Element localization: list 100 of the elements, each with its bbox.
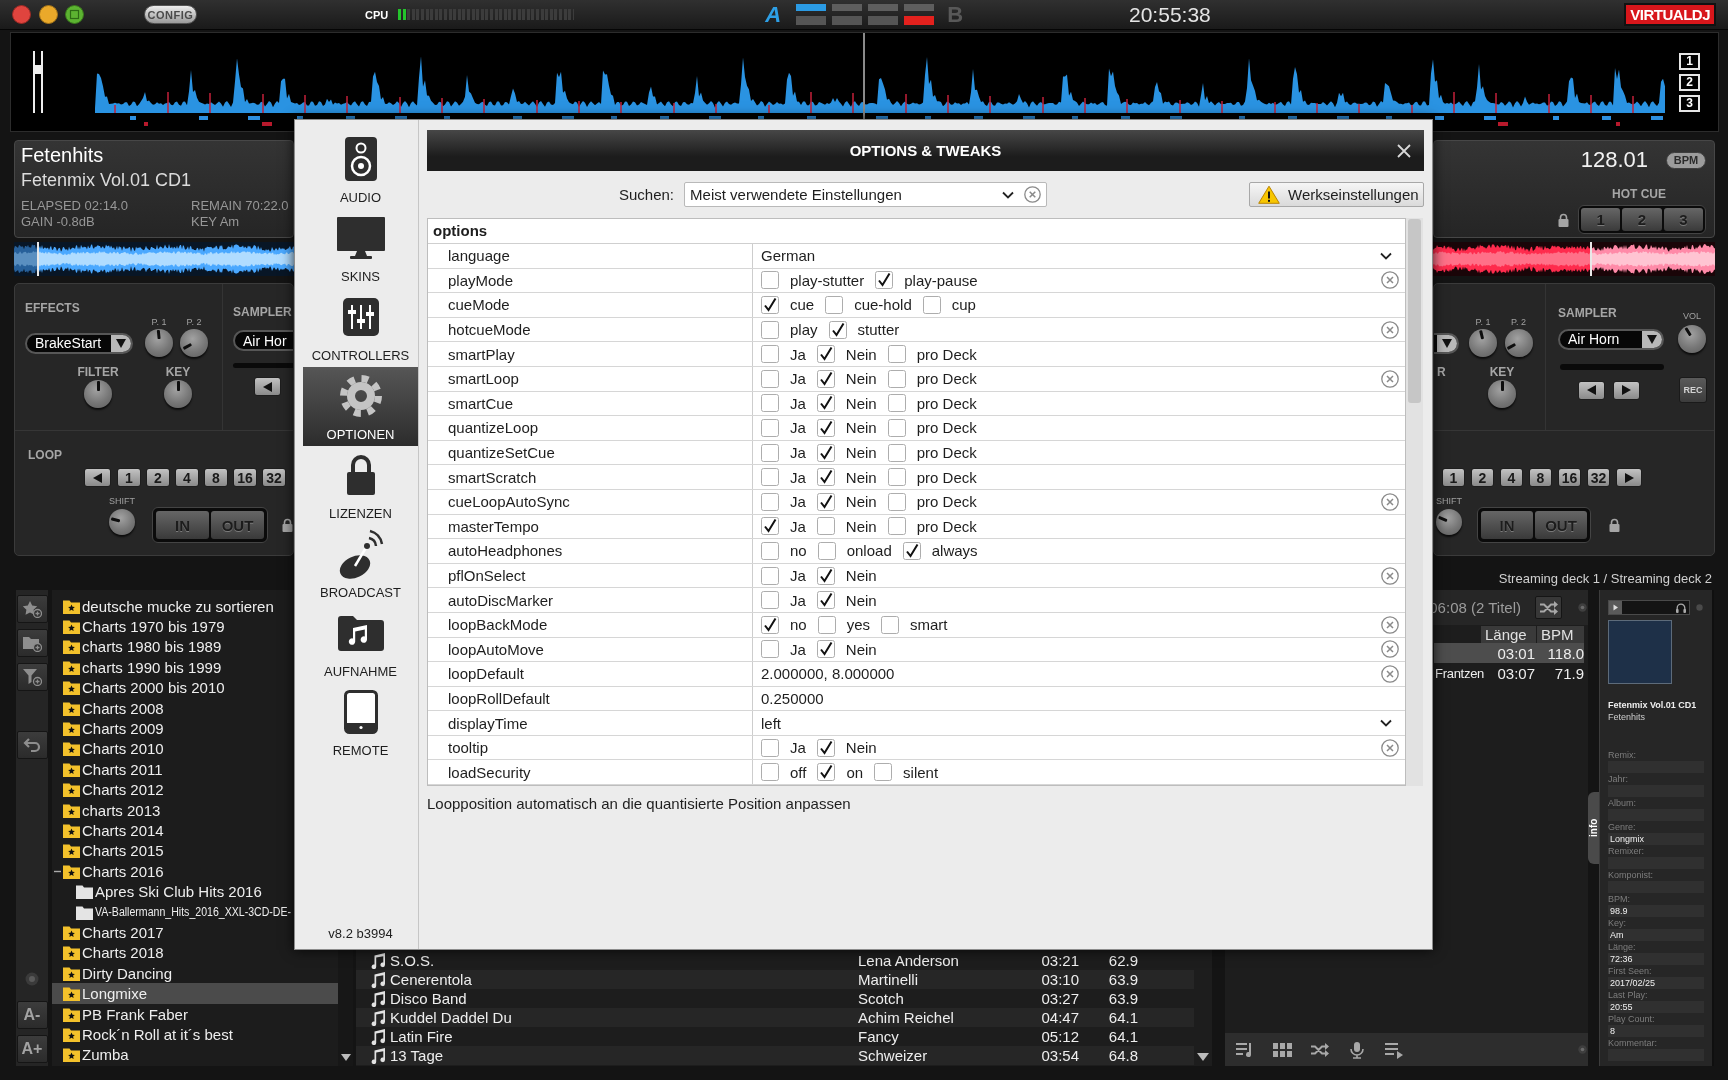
info-field[interactable]: 98.9 <box>1608 905 1704 917</box>
checkbox[interactable] <box>887 492 906 511</box>
sample-dropdown[interactable]: Air Hor <box>233 330 293 351</box>
config-button[interactable]: CONFIG <box>144 5 197 24</box>
loop-size-button[interactable]: 32 <box>262 468 286 487</box>
clear-icon[interactable] <box>1024 186 1042 203</box>
loop-size-button[interactable]: 8 <box>204 468 228 487</box>
folder-item[interactable]: Rock´n Roll at it´s best <box>52 1024 338 1045</box>
loop-forward-button[interactable] <box>1616 468 1642 487</box>
reset-icon[interactable] <box>1381 664 1399 683</box>
loop-size-button[interactable]: 16 <box>233 468 257 487</box>
checkbox[interactable] <box>875 271 894 290</box>
folder-item[interactable]: Apres Ski Club Hits 2016 <box>52 881 338 902</box>
folder-item[interactable]: Charts 2018 <box>52 942 338 964</box>
checkbox[interactable] <box>902 541 921 560</box>
down-arrow-icon[interactable] <box>340 1054 351 1061</box>
reset-icon[interactable] <box>1381 492 1399 511</box>
folder-item[interactable]: Charts 2015 <box>52 840 338 862</box>
folder-item[interactable]: VA-Ballermann_Hits_2016_XXL-3CD-DE- <box>52 901 338 923</box>
checkbox[interactable] <box>817 763 836 782</box>
deck-layout-button[interactable] <box>832 4 863 25</box>
checkbox[interactable] <box>761 492 779 511</box>
factory-reset-button[interactable]: Werkseinstellungen <box>1249 182 1424 207</box>
checkbox[interactable] <box>816 443 835 462</box>
loop-size-button[interactable]: 8 <box>1529 468 1552 487</box>
reset-icon[interactable] <box>1381 738 1399 757</box>
info-field[interactable]: Am <box>1608 929 1704 941</box>
dropdown[interactable]: German <box>761 244 1399 268</box>
checkbox[interactable] <box>761 394 779 413</box>
sidebar-item[interactable]: CONTROLLERS <box>303 288 418 367</box>
loop-size-button[interactable]: 16 <box>1558 468 1581 487</box>
scrollbar-thumb[interactable] <box>1408 219 1421 403</box>
queue-icon[interactable] <box>1384 1040 1404 1059</box>
deck-layout-button[interactable] <box>868 4 899 25</box>
knob[interactable] <box>180 329 208 357</box>
checkbox[interactable] <box>761 443 779 462</box>
knob[interactable] <box>1504 329 1533 357</box>
folder-item[interactable]: Charts 2016 <box>52 861 338 882</box>
loop-size-button[interactable]: 2 <box>146 468 170 487</box>
maximize-icon[interactable] <box>65 5 84 24</box>
reset-icon[interactable] <box>1381 320 1399 339</box>
shuffle-button[interactable] <box>1535 596 1562 619</box>
checkbox[interactable] <box>761 640 779 659</box>
folder-item[interactable]: Charts 2011 <box>52 759 338 780</box>
checkbox[interactable] <box>761 271 779 290</box>
checkbox[interactable] <box>816 369 835 388</box>
info-field[interactable]: 20:55 <box>1608 1001 1704 1013</box>
play-icon[interactable] <box>1609 601 1622 614</box>
next-button[interactable] <box>1613 380 1640 400</box>
track-row[interactable]: 03:01 118.0 <box>1434 643 1584 663</box>
folder-item[interactable]: Charts 2012 <box>52 779 338 800</box>
preview-player[interactable] <box>1608 600 1690 615</box>
checkbox[interactable] <box>816 394 835 413</box>
checkbox[interactable] <box>887 394 906 413</box>
checkbox[interactable] <box>817 541 836 560</box>
checkbox[interactable] <box>816 738 835 757</box>
track-row[interactable]: Frantzen 03:07 71.9 <box>1434 663 1584 683</box>
dropdown-button[interactable] <box>1434 332 1459 354</box>
checkbox[interactable] <box>761 369 779 388</box>
sidebar-item[interactable]: AUDIO <box>303 130 418 209</box>
chevron-down-icon[interactable] <box>1002 190 1015 199</box>
knob[interactable] <box>1488 380 1516 408</box>
checkbox[interactable] <box>761 517 779 536</box>
info-field[interactable]: 2017/02/25 <box>1608 977 1704 989</box>
checkbox[interactable] <box>816 468 835 487</box>
checkbox[interactable] <box>816 517 835 536</box>
headphones-icon[interactable] <box>1676 602 1686 613</box>
checkbox[interactable] <box>881 615 900 634</box>
info-field[interactable]: 8 <box>1608 1025 1704 1037</box>
sidebar-item[interactable]: LIZENZEN <box>303 446 418 525</box>
grid-icon[interactable] <box>1272 1040 1293 1059</box>
column-header[interactable]: Länge <box>1480 626 1536 643</box>
minimize-icon[interactable] <box>38 5 58 24</box>
add-folder-button[interactable] <box>16 629 48 657</box>
loop-size-button[interactable]: 32 <box>1587 468 1610 487</box>
checkbox[interactable] <box>761 345 779 364</box>
loop-size-button[interactable]: 1 <box>1442 468 1465 487</box>
reset-icon[interactable] <box>1381 566 1399 585</box>
font-size-button[interactable]: A- <box>16 1001 48 1029</box>
reset-icon[interactable] <box>1381 640 1399 659</box>
add-favorite-button[interactable] <box>16 595 48 623</box>
folder-item[interactable]: Charts 2014 <box>52 820 338 841</box>
checkbox[interactable] <box>816 345 835 364</box>
sidebar-item[interactable]: SKINS <box>303 209 418 288</box>
font-size-button[interactable]: A+ <box>16 1035 48 1063</box>
checkbox[interactable] <box>816 418 835 437</box>
knob[interactable] <box>164 380 192 408</box>
checkbox[interactable] <box>761 296 779 314</box>
loop-size-button[interactable]: 4 <box>1500 468 1523 487</box>
checkbox[interactable] <box>761 615 779 634</box>
knob[interactable] <box>1678 325 1706 353</box>
checkbox[interactable] <box>816 566 835 585</box>
reset-icon[interactable] <box>1381 615 1399 634</box>
circle-icon[interactable] <box>1578 1045 1587 1054</box>
checkbox[interactable] <box>887 443 906 462</box>
checkbox[interactable] <box>825 296 844 314</box>
zoom-button[interactable]: 2 <box>1679 73 1700 91</box>
info-field[interactable]: 72:36 <box>1608 953 1704 965</box>
add-filter-button[interactable] <box>16 663 48 691</box>
checkbox[interactable] <box>816 492 835 511</box>
